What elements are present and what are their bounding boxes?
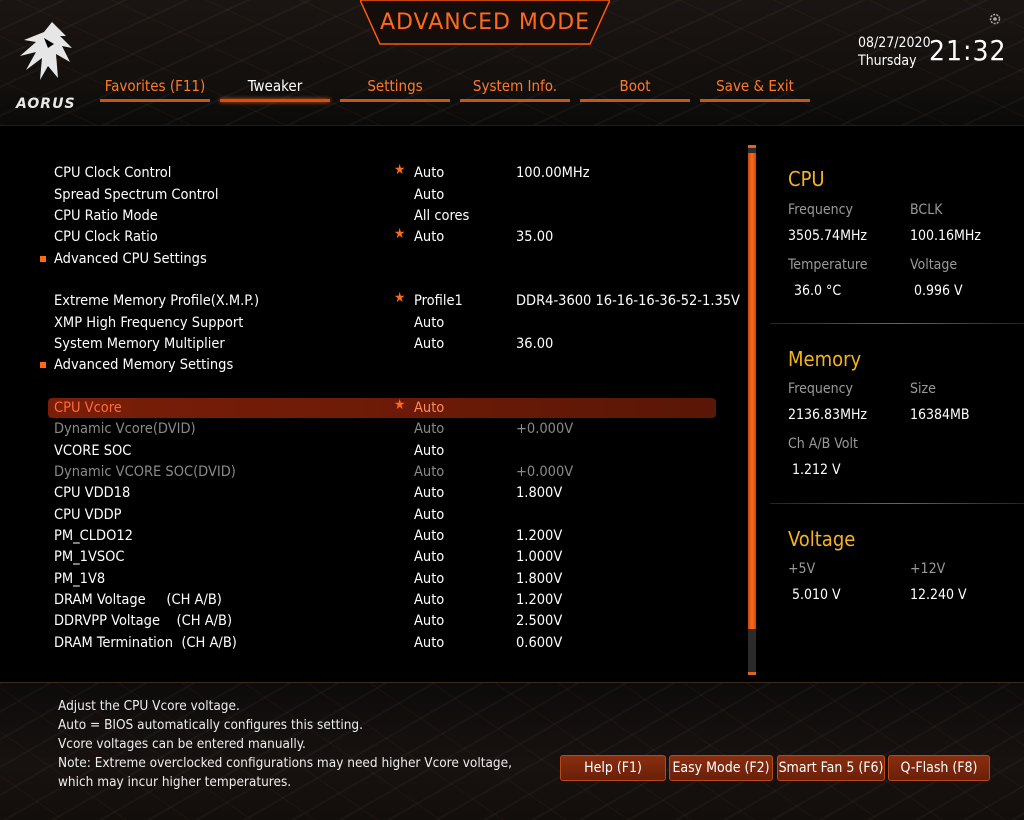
tab-boot[interactable]: Boot bbox=[580, 76, 690, 102]
memory-size-value: 16384MB bbox=[910, 407, 970, 423]
cpu-voltage-value: 0.996 V bbox=[914, 283, 963, 299]
setting-cpu-clock-control[interactable]: CPU Clock Control ★ Auto 100.00MHz bbox=[48, 162, 716, 183]
tab-tweaker[interactable]: Tweaker bbox=[220, 76, 330, 102]
setting-cpu-vcore[interactable]: CPU Vcore ★ Auto bbox=[48, 397, 716, 418]
tab-system-info[interactable]: System Info. bbox=[460, 76, 570, 102]
section-divider bbox=[770, 503, 1024, 504]
setting-cpu-ratio-mode[interactable]: CPU Ratio Mode All cores bbox=[48, 206, 716, 226]
mode-title-plate: ADVANCED MODE bbox=[360, 0, 610, 45]
help-line: Adjust the CPU Vcore voltage. bbox=[58, 698, 240, 714]
tab-settings[interactable]: Settings bbox=[340, 76, 450, 102]
submenu-bullet-icon bbox=[40, 362, 46, 368]
brand-logo-text: AORUS bbox=[16, 96, 76, 112]
setting-xmp-high-frequency-support[interactable]: XMP High Frequency Support Auto bbox=[48, 313, 716, 333]
help-line: Auto = BIOS automatically configures thi… bbox=[58, 717, 363, 733]
setting-cpu-vdd18[interactable]: CPU VDD18 Auto 1.800V bbox=[48, 483, 716, 503]
section-divider bbox=[770, 323, 1024, 324]
favorite-star-icon: ★ bbox=[394, 162, 406, 178]
memory-volt-value: 1.212 V bbox=[792, 462, 841, 478]
easy-mode-button[interactable]: Easy Mode (F2) bbox=[669, 755, 773, 781]
memory-frequency-value: 2136.83MHz bbox=[788, 407, 868, 423]
memory-size-label: Size bbox=[910, 381, 936, 397]
hardware-monitor-panel: CPU Frequency BCLK 3505.74MHz 100.16MHz … bbox=[770, 145, 1024, 680]
cpu-bclk-value: 100.16MHz bbox=[910, 228, 982, 244]
submenu-advanced-memory-settings[interactable]: Advanced Memory Settings bbox=[40, 355, 716, 375]
clock-time: 21:32 bbox=[929, 34, 1007, 67]
setting-dynamic-vcore[interactable]: Dynamic Vcore(DVID) Auto +0.000V bbox=[48, 419, 716, 439]
memory-section-title: Memory bbox=[788, 347, 862, 371]
cpu-voltage-label: Voltage bbox=[910, 257, 958, 273]
smart-fan-button[interactable]: Smart Fan 5 (F6) bbox=[777, 755, 885, 781]
voltage-12v-value: 12.240 V bbox=[910, 587, 967, 603]
tab-favorites[interactable]: Favorites (F11) bbox=[100, 76, 210, 102]
setting-pm-1v8[interactable]: PM_1V8 Auto 1.800V bbox=[48, 569, 716, 589]
day-text: Thursday bbox=[858, 53, 917, 69]
setting-system-memory-multiplier[interactable]: System Memory Multiplier Auto 36.00 bbox=[48, 334, 716, 354]
favorite-star-icon: ★ bbox=[394, 397, 406, 413]
settings-gear-icon[interactable] bbox=[989, 13, 1001, 25]
setting-cpu-vddp[interactable]: CPU VDDP Auto bbox=[48, 505, 716, 525]
submenu-advanced-cpu-settings[interactable]: Advanced CPU Settings bbox=[40, 249, 716, 269]
help-description: Adjust the CPU Vcore voltage. Auto = BIO… bbox=[58, 697, 512, 792]
footer-bar: Adjust the CPU Vcore voltage. Auto = BIO… bbox=[0, 682, 1024, 820]
date-time-display: 08/27/2020 Thursday 21:32 bbox=[858, 34, 1006, 70]
help-line: Note: Extreme overclocked configurations… bbox=[58, 755, 512, 771]
help-line: which may incur higher temperatures. bbox=[58, 774, 292, 790]
cpu-frequency-label: Frequency bbox=[788, 202, 853, 218]
cpu-temperature-value: 36.0 °C bbox=[794, 283, 842, 299]
page-title: ADVANCED MODE bbox=[379, 10, 591, 35]
favorite-star-icon: ★ bbox=[394, 290, 406, 306]
memory-volt-label: Ch A/B Volt bbox=[788, 436, 858, 452]
setting-dram-termination[interactable]: DRAM Termination (CH A/B) Auto 0.600V bbox=[48, 633, 716, 653]
tab-save-exit[interactable]: Save & Exit bbox=[700, 76, 810, 102]
setting-pm-cldo12[interactable]: PM_CLDO12 Auto 1.200V bbox=[48, 526, 716, 546]
submenu-bullet-icon bbox=[40, 256, 46, 262]
setting-xmp-profile[interactable]: Extreme Memory Profile(X.M.P.) ★ Profile… bbox=[48, 290, 740, 311]
setting-dynamic-vcore-soc[interactable]: Dynamic VCORE SOC(DVID) Auto +0.000V bbox=[48, 462, 716, 482]
setting-cpu-clock-ratio[interactable]: CPU Clock Ratio ★ Auto 35.00 bbox=[48, 226, 716, 247]
q-flash-button[interactable]: Q-Flash (F8) bbox=[888, 755, 990, 781]
voltage-5v-label: +5V bbox=[788, 561, 816, 577]
setting-pm-1vsoc[interactable]: PM_1VSOC Auto 1.000V bbox=[48, 547, 716, 567]
cpu-bclk-label: BCLK bbox=[910, 202, 943, 218]
cpu-section-title: CPU bbox=[788, 167, 825, 191]
voltage-5v-value: 5.010 V bbox=[792, 587, 841, 603]
setting-ddrvpp-voltage[interactable]: DDRVPP Voltage (CH A/B) Auto 2.500V bbox=[48, 611, 716, 631]
help-line: Vcore voltages can be entered manually. bbox=[58, 736, 306, 752]
setting-vcore-soc[interactable]: VCORE SOC Auto bbox=[48, 441, 716, 461]
scrollbar-thumb[interactable] bbox=[748, 153, 756, 629]
cpu-temperature-label: Temperature bbox=[788, 257, 868, 273]
favorite-star-icon: ★ bbox=[394, 226, 406, 242]
voltage-section-title: Voltage bbox=[788, 527, 856, 551]
setting-spread-spectrum-control[interactable]: Spread Spectrum Control Auto bbox=[48, 185, 716, 205]
help-button[interactable]: Help (F1) bbox=[560, 755, 666, 781]
voltage-12v-label: +12V bbox=[910, 561, 946, 577]
header-bar: AORUS ADVANCED MODE Favorites (F11) Twea… bbox=[0, 0, 1024, 126]
date-text: 08/27/2020 bbox=[858, 35, 931, 51]
memory-frequency-label: Frequency bbox=[788, 381, 853, 397]
cpu-frequency-value: 3505.74MHz bbox=[788, 228, 868, 244]
setting-dram-voltage[interactable]: DRAM Voltage (CH A/B) Auto 1.200V bbox=[48, 590, 716, 610]
scrollbar-cap-bottom bbox=[748, 672, 756, 675]
scrollbar-cap-top bbox=[748, 145, 756, 148]
